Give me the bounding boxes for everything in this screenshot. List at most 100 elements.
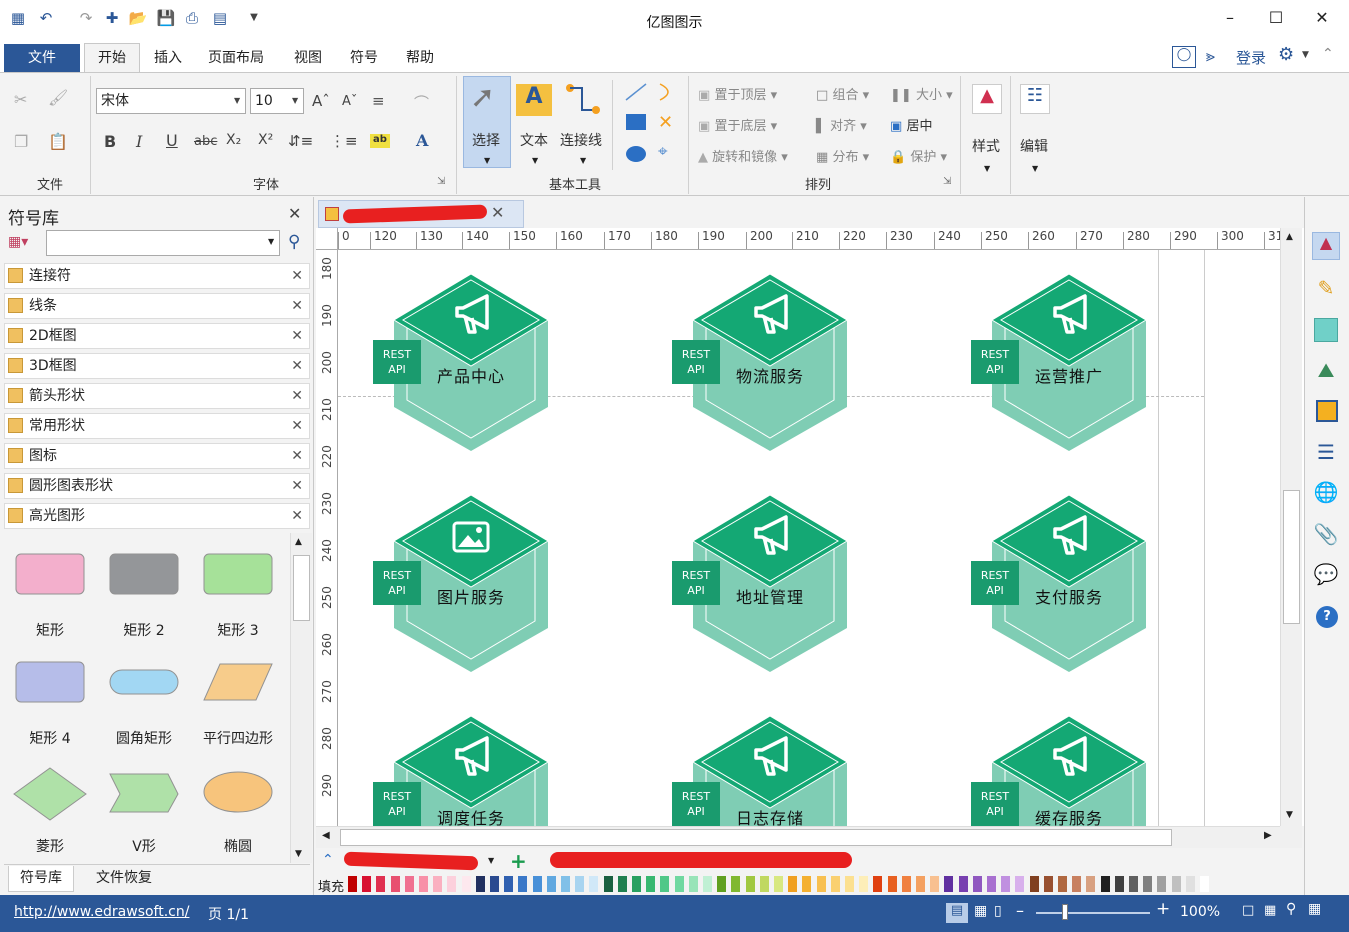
color-swatch[interactable] <box>603 876 613 892</box>
add-page-icon[interactable]: + <box>510 849 527 873</box>
color-swatch[interactable] <box>447 876 457 892</box>
hscroll-thumb[interactable] <box>340 829 1172 846</box>
color-swatch[interactable] <box>830 876 840 892</box>
color-swatch[interactable] <box>433 876 443 892</box>
line-tool-icon[interactable] <box>624 82 648 102</box>
fit-page-icon[interactable]: □ <box>1242 903 1254 918</box>
share-icon[interactable]: ⪢ <box>1206 46 1215 66</box>
tab-help[interactable]: 帮助 <box>394 44 446 72</box>
library-item-close-icon[interactable]: ✕ <box>291 354 303 378</box>
scroll-up-icon[interactable]: ▲ <box>295 537 302 547</box>
image-panel-icon[interactable]: ⛰ <box>1312 358 1340 386</box>
color-swatch[interactable] <box>1072 876 1082 892</box>
rectangle-tool-icon[interactable] <box>626 114 646 130</box>
color-swatch[interactable] <box>873 876 883 892</box>
hscroll-right-icon[interactable]: ▶ <box>1264 830 1272 841</box>
edit-label[interactable]: 编辑 <box>1020 136 1048 156</box>
subscript-icon[interactable]: X₂ <box>226 132 241 148</box>
library-item[interactable]: 3D框图 ✕ <box>4 353 310 379</box>
color-swatch[interactable] <box>504 876 514 892</box>
settings-gear-icon[interactable]: ⚙ <box>1278 44 1294 65</box>
color-swatch[interactable] <box>759 876 769 892</box>
point-tool-icon[interactable]: ✕ <box>658 112 673 133</box>
tab-insert[interactable]: 插入 <box>142 44 194 72</box>
copy-icon[interactable]: ❐ <box>14 132 28 151</box>
library-shape[interactable]: 矩形 <box>10 550 90 640</box>
library-item[interactable]: 圆形图表形状 ✕ <box>4 473 310 499</box>
color-swatch[interactable] <box>901 876 911 892</box>
library-item[interactable]: 线条 ✕ <box>4 293 310 319</box>
grid-view-icon[interactable]: ▦ <box>1308 901 1321 917</box>
font-size-dropdown-icon[interactable]: ▼ <box>292 96 298 105</box>
color-swatch[interactable] <box>845 876 854 892</box>
search-dropdown-icon[interactable]: ▼ <box>268 237 274 246</box>
settings-dropdown-icon[interactable]: ▼ <box>1302 50 1309 60</box>
color-swatch[interactable] <box>816 876 826 892</box>
color-swatch[interactable] <box>972 876 982 892</box>
color-swatch[interactable] <box>887 876 897 892</box>
color-swatch[interactable] <box>646 876 656 892</box>
tab-page-layout[interactable]: 页面布局 <box>196 44 276 72</box>
paste-icon[interactable]: 📋 <box>48 132 68 151</box>
color-swatch[interactable] <box>930 876 940 892</box>
binoculars-icon[interactable]: ☷ <box>1020 84 1050 114</box>
color-swatch[interactable] <box>1001 876 1011 892</box>
color-swatch[interactable] <box>561 876 570 892</box>
color-swatch[interactable] <box>1200 876 1209 892</box>
text-tool-icon[interactable]: A <box>516 84 552 116</box>
bullet-list-icon[interactable]: ⋮≡ <box>330 132 358 150</box>
library-shape[interactable]: 椭圆 <box>198 766 278 856</box>
page-view-icon[interactable]: ▦ <box>974 903 987 919</box>
vscroll-thumb[interactable] <box>1283 490 1300 624</box>
library-shape[interactable]: 平行四边形 <box>198 658 278 748</box>
library-shape[interactable]: 矩形 3 <box>198 550 278 640</box>
underline-icon[interactable]: U <box>166 131 178 150</box>
color-swatch[interactable] <box>717 876 727 892</box>
color-swatch[interactable] <box>1157 876 1167 892</box>
grow-font-icon[interactable]: Aˆ <box>312 92 330 110</box>
library-close-icon[interactable]: ✕ <box>288 204 301 223</box>
color-swatch[interactable] <box>802 876 812 892</box>
library-shape[interactable]: 圆角矩形 <box>104 658 184 748</box>
fit-width-icon[interactable]: ▦ <box>1264 903 1276 918</box>
color-swatch[interactable] <box>390 876 400 892</box>
color-swatch[interactable] <box>731 876 741 892</box>
color-swatch[interactable] <box>589 876 599 892</box>
library-item[interactable]: 常用形状 ✕ <box>4 413 310 439</box>
library-shape[interactable]: 矩形 4 <box>10 658 90 748</box>
color-swatch[interactable] <box>419 876 428 892</box>
tab-view[interactable]: 视图 <box>282 44 334 72</box>
color-swatch[interactable] <box>532 876 542 892</box>
normal-view-icon[interactable]: ▤ <box>946 903 968 923</box>
zoom-slider-track[interactable] <box>1036 912 1150 914</box>
zoom-in-button[interactable]: + <box>1156 899 1170 919</box>
style-dropdown-icon[interactable]: ▼ <box>984 164 990 173</box>
color-swatch[interactable] <box>1029 876 1039 892</box>
rotate-mirror-button[interactable]: ▲ 旋转和镜像 ▾ <box>698 146 788 165</box>
text-tool-label[interactable]: 文本 <box>520 130 548 150</box>
font-dialog-launcher-icon[interactable]: ⇲ <box>437 176 445 187</box>
comment-icon[interactable]: 💬 <box>1312 562 1340 590</box>
library-shape[interactable]: V形 <box>104 766 184 856</box>
horizontal-scrollbar[interactable]: ◀ ▶ <box>316 826 1280 848</box>
library-item[interactable]: 高光图形 ✕ <box>4 503 310 529</box>
zoom-level[interactable]: 100% <box>1180 904 1220 920</box>
hyperlink-globe-icon[interactable]: 🌐 <box>1312 480 1340 508</box>
edit-dropdown-icon[interactable]: ▼ <box>1032 164 1038 173</box>
connector-label[interactable]: 连接线 <box>560 130 602 150</box>
align-button[interactable]: ▌ 对齐 ▾ <box>816 115 867 134</box>
color-swatch[interactable] <box>518 876 528 892</box>
maximize-button[interactable]: ☐ <box>1256 6 1296 30</box>
tab-home[interactable]: 开始 <box>84 43 140 73</box>
library-item-close-icon[interactable]: ✕ <box>291 474 303 498</box>
shrink-font-icon[interactable]: Aˇ <box>342 94 357 109</box>
color-swatch[interactable] <box>575 876 585 892</box>
color-swatch[interactable] <box>987 876 996 892</box>
library-search-input[interactable] <box>46 230 280 256</box>
color-swatch[interactable] <box>362 876 372 892</box>
send-to-back-button[interactable]: ▣ 置于底层 ▾ <box>698 115 777 134</box>
protect-button[interactable]: 🔒 保护 ▾ <box>890 146 947 165</box>
document-close-icon[interactable]: ✕ <box>491 203 504 222</box>
strikethrough-icon[interactable]: abc <box>194 134 217 149</box>
color-swatch[interactable] <box>1043 876 1053 892</box>
